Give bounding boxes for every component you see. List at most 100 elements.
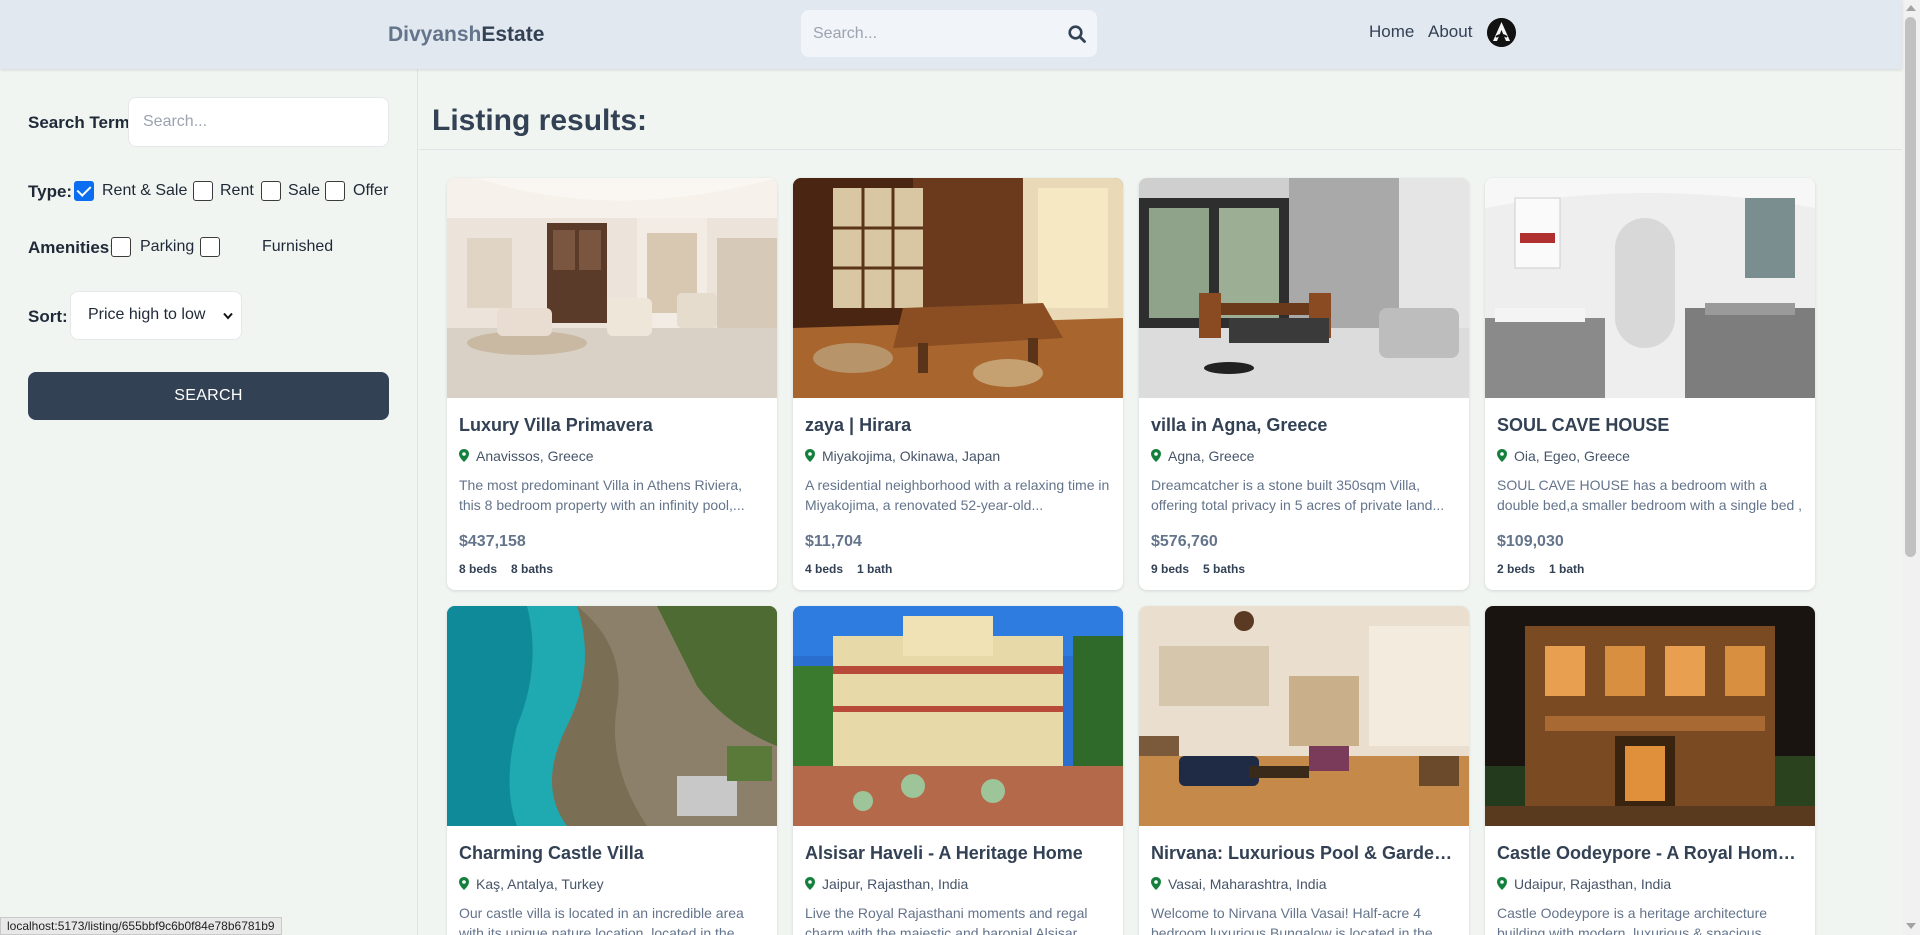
listing-photo[interactable] — [793, 606, 1123, 826]
checkbox-label-parking: Parking — [140, 238, 195, 255]
checkbox-label-rent: Rent — [220, 182, 254, 199]
listing-photo[interactable] — [447, 178, 777, 398]
listing-price: $109,030 — [1497, 533, 1564, 550]
listing-beds: 8 beds — [459, 562, 498, 576]
nav-about-link[interactable]: About — [1428, 22, 1472, 42]
search-term-input[interactable] — [128, 97, 389, 147]
scroll-down-arrow-icon[interactable] — [1906, 923, 1916, 929]
listing-location-text: Udaipur, Rajasthan, India — [1514, 876, 1672, 892]
checkbox-label-rent-and-sale: Rent & Sale — [102, 182, 188, 199]
map-pin-icon — [1151, 449, 1161, 462]
listing-description: A residential neighborhood with a relaxi… — [805, 477, 1110, 513]
avatar-image — [1487, 18, 1516, 47]
listing-name[interactable]: SOUL CAVE HOUSE — [1497, 415, 1803, 436]
search-icon[interactable] — [1067, 24, 1087, 44]
listing-card[interactable]: Alsisar Haveli - A Heritage Home Jaipur,… — [793, 606, 1123, 935]
map-pin-icon — [1497, 877, 1507, 890]
scrollbar-thumb[interactable] — [1905, 17, 1916, 557]
listing-name[interactable]: villa in Agna, Greece — [1151, 415, 1457, 436]
listing-beds: 2 beds — [1497, 562, 1536, 576]
chevron-down-icon — [223, 312, 233, 320]
listing-price: $437,158 — [459, 533, 526, 550]
listing-location: Udaipur, Rajasthan, India — [1497, 876, 1671, 892]
header-search — [801, 10, 1097, 57]
map-pin-icon — [459, 449, 469, 462]
listing-card[interactable]: Castle Oodeypore - A Royal Homestay Udai… — [1485, 606, 1815, 935]
listing-card[interactable]: Charming Castle Villa Kaş, Antalya, Turk… — [447, 606, 777, 935]
filter-sidebar: Search Term: Type: Rent & Sale Rent Sale… — [0, 69, 418, 935]
listing-description: Welcome to Nirvana Villa Vasai! Half-acr… — [1151, 905, 1433, 935]
nav-home-link[interactable]: Home — [1369, 22, 1414, 42]
listing-card[interactable]: SOUL CAVE HOUSE Oia, Egeo, Greece SOUL C… — [1485, 178, 1815, 590]
page-title: Listing results: — [432, 104, 648, 137]
checkbox-rent-and-sale[interactable] — [74, 181, 94, 201]
listing-location: Anavissos, Greece — [459, 448, 594, 464]
map-pin-icon — [805, 877, 815, 890]
sort-select[interactable]: Price high to low — [70, 291, 242, 340]
listing-photo[interactable] — [1139, 178, 1469, 398]
listing-description: The most predominant Villa in Athens Riv… — [459, 477, 745, 513]
listing-location-text: Vasai, Maharashtra, India — [1168, 876, 1327, 892]
listing-location-text: Jaipur, Rajasthan, India — [822, 876, 969, 892]
listing-card[interactable]: zaya | Hirara Miyakojima, Okinawa, Japan… — [793, 178, 1123, 590]
listing-name[interactable]: Luxury Villa Primavera — [459, 415, 765, 436]
checkbox-rent[interactable] — [193, 181, 213, 201]
listing-photo[interactable] — [1485, 178, 1815, 398]
checkbox-offer[interactable] — [325, 181, 345, 201]
listing-location: Jaipur, Rajasthan, India — [805, 876, 968, 892]
listing-baths: 1 bath — [857, 562, 893, 576]
listing-price: $576,760 — [1151, 533, 1218, 550]
listing-photo[interactable] — [1485, 606, 1815, 826]
listing-meta: 8 beds 8 baths — [459, 562, 567, 576]
user-avatar[interactable] — [1487, 18, 1516, 47]
checkbox-furnished[interactable] — [200, 237, 220, 257]
listing-location: Miyakojima, Okinawa, Japan — [805, 448, 1000, 464]
listing-description: Live the Royal Rajasthani moments and re… — [805, 905, 1088, 935]
map-pin-icon — [1151, 877, 1161, 890]
listing-location: Agna, Greece — [1151, 448, 1254, 464]
logo-part-1[interactable]: Divyansh — [388, 23, 481, 46]
listing-card[interactable]: Nirvana: Luxurious Pool & Garden Villa V… — [1139, 606, 1469, 935]
checkbox-parking[interactable] — [111, 237, 131, 257]
listing-location: Oia, Egeo, Greece — [1497, 448, 1630, 464]
logo-part-2[interactable]: Estate — [481, 23, 544, 46]
listing-location: Kaş, Antalya, Turkey — [459, 876, 604, 892]
listing-name[interactable]: Castle Oodeypore - A Royal Homestay — [1497, 843, 1803, 864]
listing-beds: 9 beds — [1151, 562, 1190, 576]
checkbox-sale[interactable] — [261, 181, 281, 201]
listing-baths: 8 baths — [511, 562, 554, 576]
listing-description: SOUL CAVE HOUSE has a bedroom with a dou… — [1497, 477, 1803, 513]
checkbox-label-offer: Offer — [353, 182, 389, 199]
listing-name[interactable]: Nirvana: Luxurious Pool & Garden Villa — [1151, 843, 1457, 864]
checkbox-label-sale: Sale — [288, 182, 321, 199]
search-term-label: Search Term: — [28, 113, 136, 132]
checkbox-label-furnished: Furnished — [262, 238, 334, 255]
listing-photo[interactable] — [793, 178, 1123, 398]
listing-meta: 9 beds 5 baths — [1151, 562, 1259, 576]
listing-photo[interactable] — [447, 606, 777, 826]
title-divider — [419, 149, 1902, 150]
listing-name[interactable]: Charming Castle Villa — [459, 843, 765, 864]
map-pin-icon — [1497, 449, 1507, 462]
listing-photo[interactable] — [1139, 606, 1469, 826]
listing-name[interactable]: zaya | Hirara — [805, 415, 1111, 436]
map-pin-icon — [805, 449, 815, 462]
scroll-up-arrow-icon[interactable] — [1906, 5, 1916, 11]
listing-description: Our castle villa is located in an incred… — [459, 905, 744, 935]
listing-description: Castle Oodeypore is a heritage architect… — [1497, 905, 1768, 935]
listing-card[interactable]: villa in Agna, Greece Agna, Greece Dream… — [1139, 178, 1469, 590]
sort-label: Sort: — [28, 307, 68, 326]
listing-location: Vasai, Maharashtra, India — [1151, 876, 1327, 892]
listing-meta: 2 beds 1 bath — [1497, 562, 1598, 576]
listing-beds: 4 beds — [805, 562, 844, 576]
header-search-input[interactable] — [813, 10, 1053, 57]
search-button[interactable]: SEARCH — [28, 372, 389, 420]
sort-select-value: Price high to low — [88, 306, 206, 323]
type-label: Type: — [28, 182, 73, 201]
listing-location-text: Oia, Egeo, Greece — [1514, 448, 1630, 464]
listing-name[interactable]: Alsisar Haveli - A Heritage Home — [805, 843, 1111, 864]
listing-card[interactable]: Luxury Villa Primavera Anavissos, Greece… — [447, 178, 777, 590]
listing-location-text: Agna, Greece — [1168, 448, 1255, 464]
site-logo[interactable]: DivyanshEstate — [388, 23, 544, 47]
listing-location-text: Kaş, Antalya, Turkey — [476, 876, 604, 892]
